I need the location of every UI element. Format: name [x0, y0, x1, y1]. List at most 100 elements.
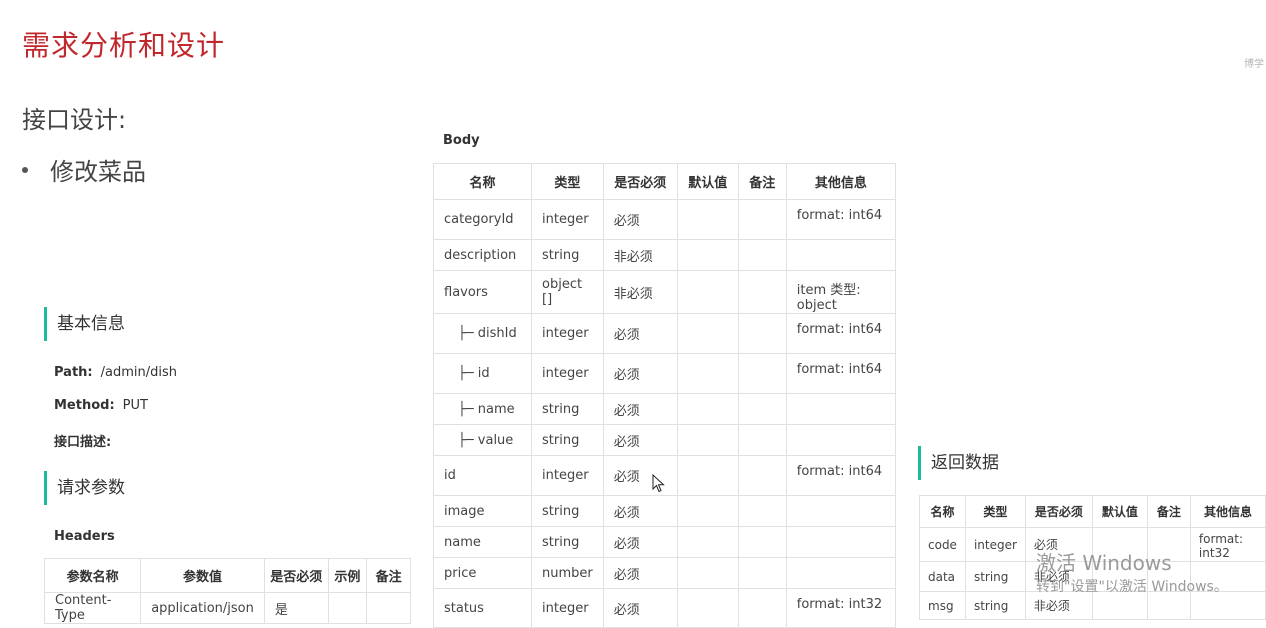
table-row: image string 必须 — [433, 495, 897, 527]
table-cell: string — [531, 424, 604, 456]
table-cell — [676, 588, 739, 628]
table-cell: 非必须 — [602, 270, 678, 314]
body-table-header: 名称 类型 是否必须 默认值 备注 其他信息 — [433, 163, 897, 200]
table-row: price number 必须 — [433, 557, 897, 589]
table-cell — [785, 526, 897, 558]
table-cell: integer — [531, 199, 604, 240]
table-cell: 必须 — [602, 557, 678, 589]
table-cell — [676, 313, 739, 354]
table-cell: string — [531, 393, 604, 425]
table-cell — [366, 592, 411, 624]
table-cell: 必须 — [602, 526, 678, 558]
bullet-text: 修改菜品 — [50, 158, 146, 186]
table-cell — [737, 313, 787, 354]
table-cell: ├─ name — [433, 393, 532, 425]
body-table: 名称 类型 是否必须 默认值 备注 其他信息 categoryId integer… — [433, 163, 897, 628]
table-cell — [785, 557, 897, 589]
col-header: 备注 — [1146, 495, 1191, 528]
table-cell — [676, 424, 739, 456]
headers-label: Headers — [54, 529, 115, 544]
table-cell — [737, 588, 787, 628]
table-cell: format: int64 — [785, 455, 897, 496]
response-table-header: 名称 类型 是否必须 默认值 备注 其他信息 — [919, 495, 1266, 528]
col-header: 参数名称 — [43, 558, 142, 593]
table-cell: categoryId — [433, 199, 532, 240]
table-cell — [737, 199, 787, 240]
table-row: ├─ value string 必须 — [433, 424, 897, 456]
table-cell — [327, 592, 368, 624]
table-cell: id — [433, 455, 532, 496]
request-params-heading: 请求参数 — [44, 471, 125, 505]
table-cell: image — [433, 495, 532, 527]
col-header: 是否必须 — [602, 163, 678, 200]
table-cell — [737, 270, 787, 314]
method-row: Method: PUT — [54, 398, 148, 413]
table-cell — [737, 239, 787, 271]
table-cell: ├─ id — [433, 353, 532, 394]
table-cell: 必须 — [602, 588, 678, 628]
table-cell: integer — [531, 588, 604, 628]
col-header: 类型 — [531, 163, 604, 200]
table-cell: string — [531, 239, 604, 271]
table-row: categoryId integer 必须 format: int64 — [433, 199, 897, 240]
method-label: Method: — [54, 398, 115, 413]
table-cell: price — [433, 557, 532, 589]
table-cell: 非必须 — [602, 239, 678, 271]
table-cell — [676, 353, 739, 394]
bullet-dot-icon — [22, 167, 28, 173]
col-header: 是否必须 — [1024, 495, 1093, 528]
col-header: 其他信息 — [785, 163, 897, 200]
table-cell: string — [531, 495, 604, 527]
table-row: ├─ dishId integer 必须 format: int64 — [433, 313, 897, 354]
table-cell: name — [433, 526, 532, 558]
table-cell: format: int64 — [785, 199, 897, 240]
table-cell: status — [433, 588, 532, 628]
table-cell: 必须 — [602, 495, 678, 527]
corner-watermark: 博学 — [1244, 59, 1264, 70]
col-header: 名称 — [433, 163, 532, 200]
table-cell: format: int64 — [785, 313, 897, 354]
table-cell: item 类型: object — [785, 270, 897, 314]
body-table-body: categoryId integer 必须 format: int64 descript… — [433, 199, 897, 628]
table-cell — [737, 526, 787, 558]
table-cell: 必须 — [602, 424, 678, 456]
table-cell: object [] — [531, 270, 604, 314]
table-cell: code — [919, 527, 966, 562]
request-params-heading-text: 请求参数 — [57, 478, 125, 498]
path-label: Path: — [54, 365, 93, 380]
col-header: 备注 — [366, 558, 411, 593]
table-cell: 必须 — [602, 313, 678, 354]
col-header: 默认值 — [1091, 495, 1148, 528]
desc-row: 接口描述: — [54, 431, 119, 450]
table-cell — [737, 393, 787, 425]
table-cell — [676, 239, 739, 271]
col-header: 备注 — [737, 163, 787, 200]
windows-activation-watermark: 激活 Windows 转到"设置"以激活 Windows。 — [1036, 547, 1228, 596]
table-cell — [737, 353, 787, 394]
table-cell — [676, 526, 739, 558]
slide-title: 需求分析和设计 — [22, 29, 226, 62]
headers-table-header: 参数名称 参数值 是否必须 示例 备注 — [43, 558, 411, 593]
table-cell: 必须 — [602, 199, 678, 240]
table-cell: string — [531, 526, 604, 558]
table-cell: number — [531, 557, 604, 589]
table-cell: integer — [531, 313, 604, 354]
table-cell: integer — [531, 353, 604, 394]
response-heading: 返回数据 — [918, 446, 999, 480]
table-cell: Content-Type — [43, 592, 142, 624]
path-value: /admin/dish — [100, 365, 177, 380]
table-cell — [676, 455, 739, 496]
method-value: PUT — [122, 398, 148, 413]
table-cell — [737, 424, 787, 456]
table-cell: integer — [531, 455, 604, 496]
activation-line2: 转到"设置"以激活 Windows。 — [1036, 579, 1228, 595]
body-label: Body — [443, 133, 480, 148]
activation-line1: 激活 Windows — [1036, 551, 1172, 575]
col-header: 名称 — [919, 495, 966, 528]
path-row: Path: /admin/dish — [54, 365, 177, 380]
basic-info-heading-text: 基本信息 — [57, 314, 125, 334]
table-cell: format: int32 — [785, 588, 897, 628]
table-cell: msg — [919, 591, 966, 620]
table-cell — [676, 557, 739, 589]
col-header: 其他信息 — [1189, 495, 1266, 528]
